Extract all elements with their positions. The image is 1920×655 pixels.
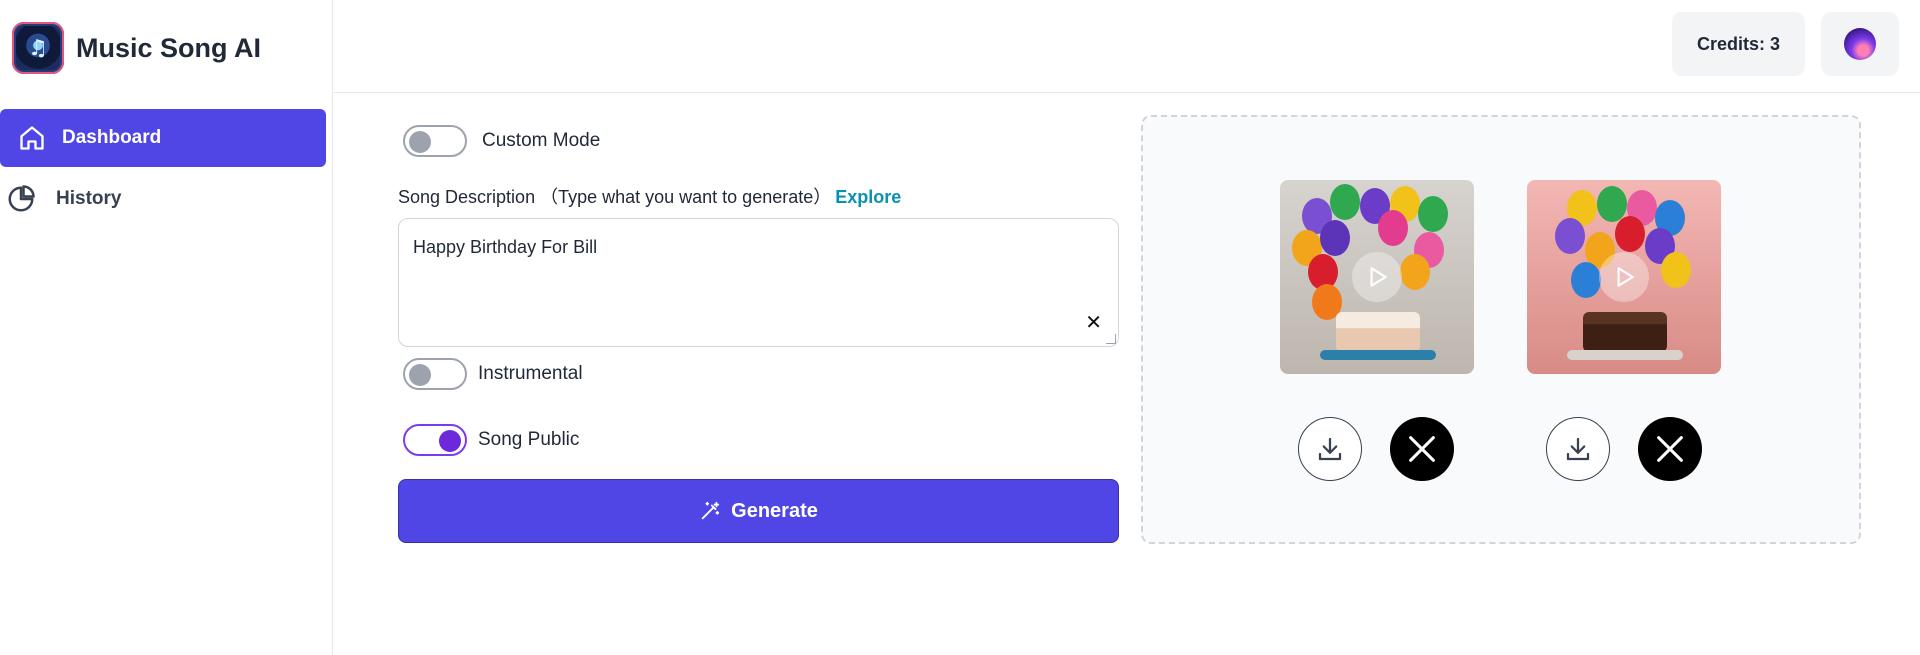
results-panel	[1141, 115, 1861, 544]
x-share-icon	[1657, 436, 1683, 462]
balloon-shape	[1661, 252, 1691, 288]
pie-chart-icon	[8, 185, 35, 212]
avatar-button[interactable]	[1821, 12, 1899, 76]
toggle-knob	[409, 131, 431, 153]
toggle-knob	[439, 430, 461, 452]
sidebar-item-label: History	[56, 188, 122, 209]
custom-mode-toggle[interactable]	[403, 125, 467, 157]
download-icon	[1318, 437, 1342, 461]
balloon-shape	[1400, 254, 1430, 290]
download-button[interactable]	[1298, 417, 1362, 481]
play-icon[interactable]	[1599, 252, 1649, 302]
play-icon[interactable]	[1352, 252, 1402, 302]
cake-shape	[1336, 312, 1420, 352]
sidebar: ♫ Music Song AI Dashboard History	[0, 0, 333, 655]
generate-button[interactable]: Generate	[398, 479, 1119, 543]
home-icon	[20, 126, 44, 150]
clear-icon[interactable]: ✕	[1085, 312, 1102, 332]
song-description-value: Happy Birthday For Bill	[413, 237, 598, 257]
balloon-shape	[1320, 220, 1350, 256]
sidebar-item-label: Dashboard	[62, 127, 162, 148]
balloon-shape	[1378, 210, 1408, 246]
avatar	[1844, 28, 1876, 60]
plate-shape	[1567, 350, 1683, 360]
instrumental-label: Instrumental	[478, 363, 583, 384]
instrumental-toggle[interactable]	[403, 358, 467, 390]
download-icon	[1566, 437, 1590, 461]
sidebar-item-dashboard[interactable]: Dashboard	[0, 109, 326, 167]
resize-handle-icon[interactable]	[1106, 334, 1116, 344]
x-share-button[interactable]	[1390, 417, 1454, 481]
song-public-toggle[interactable]	[403, 424, 467, 456]
song-public-label: Song Public	[478, 429, 580, 450]
song-description-label: Song Description （Type what you want to …	[398, 183, 901, 209]
sidebar-item-history[interactable]: History	[0, 170, 326, 228]
x-share-icon	[1409, 436, 1435, 462]
balloon-shape	[1571, 262, 1601, 298]
custom-mode-label: Custom Mode	[482, 130, 601, 151]
cake-shape	[1583, 312, 1667, 352]
song-description-text: Song Description （Type what you want to …	[398, 187, 832, 207]
x-share-button[interactable]	[1638, 417, 1702, 481]
balloon-shape	[1615, 216, 1645, 252]
balloon-shape	[1418, 196, 1448, 232]
generate-label: Generate	[731, 499, 818, 522]
balloon-shape	[1330, 184, 1360, 220]
download-button[interactable]	[1546, 417, 1610, 481]
credits-badge[interactable]: Credits: 3	[1672, 12, 1805, 76]
song-thumbnail[interactable]	[1527, 180, 1721, 374]
brand[interactable]: ♫ Music Song AI	[12, 22, 261, 74]
song-thumbnail[interactable]	[1280, 180, 1474, 374]
music-note-icon: ♫	[12, 22, 64, 74]
magic-wand-icon	[701, 501, 720, 520]
plate-shape	[1320, 350, 1436, 360]
balloon-shape	[1597, 186, 1627, 222]
song-description-input[interactable]: Happy Birthday For Bill ✕	[398, 218, 1119, 347]
explore-link[interactable]: Explore	[835, 187, 901, 207]
balloon-shape	[1555, 218, 1585, 254]
toggle-knob	[409, 364, 431, 386]
app-name: Music Song AI	[76, 32, 262, 63]
